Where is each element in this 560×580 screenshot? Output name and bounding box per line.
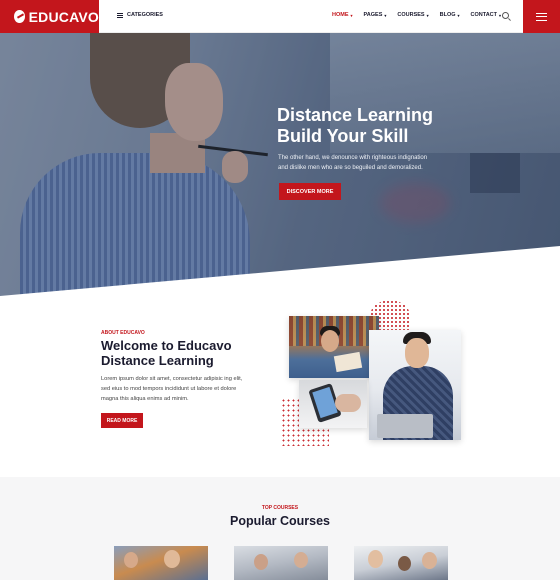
about-photo-tablet: [299, 380, 367, 428]
hero-title: Distance Learning Build Your Skill: [277, 105, 537, 147]
chevron-down-icon: ▾: [457, 12, 460, 18]
book: [333, 351, 363, 373]
logo-text: EDUCAVO: [28, 8, 99, 25]
courses-section: TOP COURSES Popular Courses: [0, 477, 560, 580]
about-label: ABOUT EDUCAVO: [101, 330, 145, 336]
about-photo-reading-student: [289, 316, 379, 378]
grid-icon: [117, 12, 123, 18]
nav-label: COURSES: [397, 12, 425, 18]
nav-label: HOME: [332, 12, 349, 18]
menu-button[interactable]: [523, 0, 560, 33]
site-header: EDUCAVO CATEGORIES HOME ▾ PAGES ▾ COURSES ▾…: [0, 0, 560, 33]
hero-title-line: Distance Learning: [277, 105, 434, 125]
hero-title-line: Build Your Skill: [277, 126, 409, 146]
hero-description: The other hand, we denounce with righteo…: [278, 155, 428, 171]
hand: [335, 394, 361, 412]
about-description: Lorem ipsum dolor sit amet, consectetur …: [101, 376, 243, 402]
nav-label: BLOG: [439, 12, 456, 18]
chevron-down-icon: ▾: [350, 12, 353, 18]
card-person: [124, 552, 138, 568]
card-person: [254, 554, 268, 570]
course-card-image[interactable]: [354, 546, 448, 580]
chevron-down-icon: ▾: [426, 12, 429, 18]
student-head: [405, 338, 429, 368]
search-icon[interactable]: [502, 12, 509, 19]
main-nav: HOME ▾ PAGES ▾ COURSES ▾ BLOG ▾ CONTACT ▾: [332, 12, 501, 18]
discover-more-button[interactable]: DISCOVER MORE: [279, 183, 341, 200]
read-more-button[interactable]: READ MORE: [101, 413, 143, 428]
nav-item-pages[interactable]: PAGES ▾: [364, 12, 387, 18]
about-title-line: Welcome to Educavo: [101, 338, 232, 353]
course-card-image[interactable]: [114, 546, 208, 580]
courses-label: TOP COURSES: [261, 505, 299, 511]
chevron-down-icon: ▾: [384, 12, 387, 18]
hamburger-menu-icon: [536, 12, 547, 21]
categories-label: CATEGORIES: [127, 12, 163, 18]
hero-section: Distance Learning Build Your Skill The o…: [0, 33, 560, 298]
about-title: Welcome to Educavo Distance Learning: [101, 338, 271, 368]
nav-label: CONTACT: [470, 12, 497, 18]
nav-item-contact[interactable]: CONTACT ▾: [471, 12, 502, 18]
card-person: [422, 552, 437, 569]
about-title-line: Distance Learning: [101, 352, 214, 368]
course-card-image[interactable]: [234, 546, 328, 580]
about-photo-laptop-student: [369, 330, 461, 440]
nav-item-courses[interactable]: COURSES ▾: [397, 12, 428, 18]
categories-button[interactable]: CATEGORIES: [117, 12, 163, 18]
nav-label: PAGES: [363, 12, 383, 18]
courses-title: Popular Courses: [229, 514, 331, 528]
chevron-down-icon: ▾: [499, 12, 502, 18]
laptop: [377, 414, 433, 438]
nav-item-home[interactable]: HOME ▾: [332, 12, 353, 18]
logo-icon: [14, 10, 25, 23]
card-person: [294, 552, 308, 568]
card-person: [368, 550, 383, 568]
student-head: [321, 330, 339, 352]
logo[interactable]: EDUCAVO: [0, 0, 99, 33]
nav-item-blog[interactable]: BLOG ▾: [440, 12, 460, 18]
card-person: [164, 550, 180, 568]
card-person: [398, 556, 411, 571]
